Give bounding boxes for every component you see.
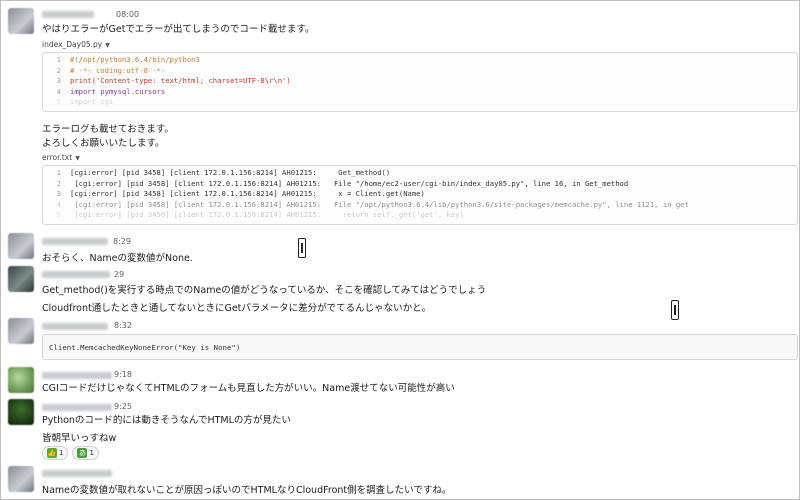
code-block-python[interactable]: 1 #!/opt/python3.6.4/bin/python3 2 # -*- c… — [42, 52, 798, 112]
file-name: index_Day05.py — [42, 40, 103, 49]
message-text: おそらく、Nameの変数値がNone. — [42, 253, 193, 264]
thumbs-up-icon: 👍 — [47, 448, 57, 458]
reactions-bar: 👍 1 あ1 — [42, 446, 99, 460]
avatar[interactable] — [8, 8, 34, 34]
avatar[interactable] — [8, 318, 34, 344]
chevron-down-icon[interactable]: ▼ — [75, 155, 80, 162]
text-cursor-icon — [671, 300, 679, 320]
code-line: 2 # -*- coding:utf-8 -*- — [56, 65, 166, 75]
message-text: 皆朝早いっすねw — [42, 433, 117, 444]
reaction-thumbsup[interactable]: 👍 1 — [42, 446, 69, 460]
code-line: 5 import cgi — [56, 97, 114, 106]
message-text: よろしくお願いいたします。 — [42, 138, 165, 149]
code-line: 1 [cgi:error] [pid 3458] [client 172.0.1.… — [56, 168, 391, 177]
message-text: エラーログも載せておきます。 — [42, 124, 174, 135]
timestamp[interactable]: 9:25 — [114, 402, 132, 411]
code-line: 3 [cgi:error] [pid 3458] [client 172.0.1.… — [56, 189, 425, 198]
message-text: Get_method()を実行する時点でのNameの値がどうなっているか、そこを… — [42, 285, 487, 296]
file-name-label[interactable]: error.txt ▼ — [42, 153, 80, 162]
ok-hand-icon: あ — [77, 448, 88, 458]
sender-name[interactable] — [42, 271, 110, 278]
code-block-error-log[interactable]: 1 [cgi:error] [pid 3458] [client 172.0.1.… — [42, 165, 798, 225]
text-cursor-icon — [298, 238, 306, 258]
sender-name[interactable] — [42, 238, 108, 245]
code-line: 4 import pymysql.cursors — [56, 86, 166, 96]
code-line: 2 [cgi:error] [pid 3458] [client 172.0.1… — [56, 178, 629, 188]
code-line: 5 [cgi:error] [pid 3458] [client 172.0.1… — [56, 210, 464, 219]
sender-name[interactable] — [42, 372, 112, 379]
sender-name[interactable] — [42, 11, 94, 18]
sender-name[interactable] — [42, 404, 112, 411]
message-text: Cloudfront通したときと通してないときにGetパラメータに差分がでてるん… — [42, 303, 432, 314]
message-text: CGIコードだけじゃなくてHTMLのフォームも見直した方がいい。Name渡せてな… — [42, 383, 455, 394]
timestamp[interactable]: 9:18 — [114, 370, 132, 379]
sender-name[interactable] — [42, 470, 112, 477]
file-name: error.txt — [42, 153, 73, 162]
timestamp[interactable]: 8:32 — [114, 321, 132, 330]
avatar[interactable] — [8, 266, 34, 292]
reaction-ok[interactable]: あ1 — [72, 446, 99, 460]
code-line: 3 print('Content-type: text/html; charset… — [56, 76, 291, 85]
timestamp[interactable]: 8:29 — [113, 237, 131, 246]
code-snippet[interactable]: Client.MemcachedKeyNoneError("Key is Non… — [42, 334, 798, 360]
avatar[interactable] — [8, 466, 34, 492]
code-line: 1 #!/opt/python3.6.4/bin/python3 — [56, 55, 200, 64]
code-line: 4 [cgi:error] [pid 3458] [client 172.0.1… — [56, 199, 689, 209]
message-text: やはりエラーがGetでエラーが出てしまうのでコード載せます。 — [42, 24, 315, 35]
avatar[interactable] — [8, 233, 34, 259]
chevron-down-icon[interactable]: ▼ — [105, 42, 110, 49]
file-name-label[interactable]: index_Day05.py ▼ — [42, 40, 110, 49]
message-text: Pythonのコード的には動きそうなんでHTMLの方が見たい — [42, 415, 291, 426]
message-text: Nameの変数値が取れないことが原因っぽいのでHTMLなりCloudFront側… — [42, 485, 452, 496]
timestamp[interactable]: 08:00 — [116, 10, 139, 19]
timestamp[interactable]: 29 — [114, 270, 124, 279]
avatar[interactable] — [8, 399, 34, 425]
avatar[interactable] — [8, 367, 34, 393]
sender-name[interactable] — [42, 323, 108, 330]
